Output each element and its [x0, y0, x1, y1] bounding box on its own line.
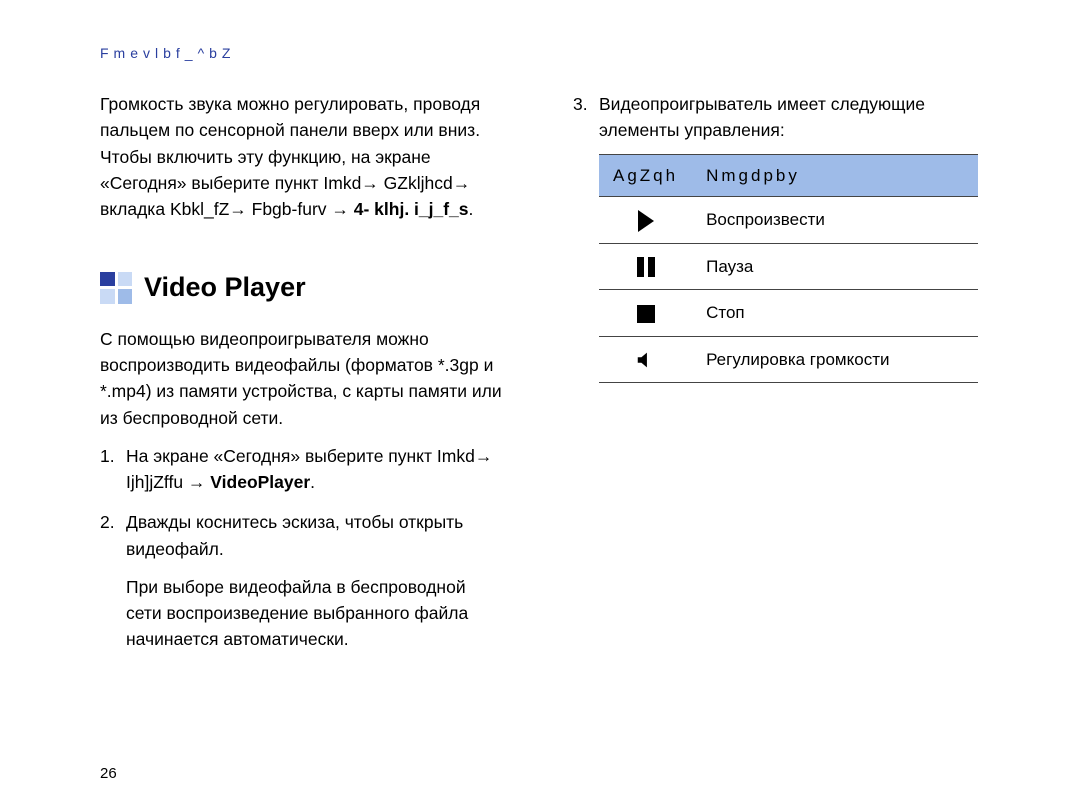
icon-cell [599, 243, 692, 290]
col-header-icon: AgZqh [599, 154, 692, 197]
label-cell: Пауза [692, 243, 978, 290]
table-row: Стоп [599, 290, 978, 337]
label-cell: Регулировка громкости [692, 336, 978, 383]
step-1: На экране «Сегодня» выберите пункт Imkd→… [100, 443, 505, 496]
volume-paragraph: Громкость звука можно регулировать, пров… [100, 91, 505, 222]
stop-icon [637, 305, 655, 323]
step-1-bold: VideoPlayer [210, 472, 310, 492]
video-player-intro: С помощью видеопроигрывателя можно воспр… [100, 326, 505, 431]
volume-bold: 4- klhj. i_j_f_s [354, 199, 469, 219]
label-cell: Стоп [692, 290, 978, 337]
two-column-layout: Громкость звука можно регулировать, пров… [100, 91, 990, 667]
step-3-text: Видеопроигрыватель имеет следующие элеме… [599, 94, 925, 140]
controls-table: AgZqh Nmgdpby ВоспроизвестиПаузаСтопРегу… [599, 154, 978, 384]
video-player-section: Video Player С помощью видеопроигрывател… [100, 267, 505, 652]
section-title: Video Player [144, 267, 306, 308]
page-number: 26 [100, 765, 117, 782]
tiles-icon [100, 272, 132, 304]
section-heading: Video Player [100, 267, 505, 308]
play-icon [638, 210, 654, 232]
icon-cell [599, 336, 692, 383]
page: Fmevlbf_^bZ Громкость звука можно регули… [0, 0, 1080, 810]
pause-icon [637, 257, 655, 277]
step-3: Видеопроигрыватель имеет следующие элеме… [573, 91, 978, 383]
left-column: Громкость звука можно регулировать, пров… [100, 91, 505, 667]
volume-icon [635, 349, 657, 371]
steps-list: На экране «Сегодня» выберите пункт Imkd→… [100, 443, 505, 653]
icon-cell [599, 197, 692, 244]
right-column: Видеопроигрыватель имеет следующие элеме… [573, 91, 978, 667]
table-row: Регулировка громкости [599, 336, 978, 383]
step-2-note: При выборе видеофайла в беспроводной сет… [126, 574, 505, 653]
table-row: Воспроизвести [599, 197, 978, 244]
col-header-func: Nmgdpby [692, 154, 978, 197]
table-row: Пауза [599, 243, 978, 290]
step-2-text: Дважды коснитесь эскиза, чтобы открыть в… [126, 512, 463, 558]
steps-list-cont: Видеопроигрыватель имеет следующие элеме… [573, 91, 978, 383]
icon-cell [599, 290, 692, 337]
step-2: Дважды коснитесь эскиза, чтобы открыть в… [100, 509, 505, 652]
step-1-post: . [310, 472, 315, 492]
running-head: Fmevlbf_^bZ [100, 45, 990, 61]
volume-tail: . [469, 199, 474, 219]
label-cell: Воспроизвести [692, 197, 978, 244]
